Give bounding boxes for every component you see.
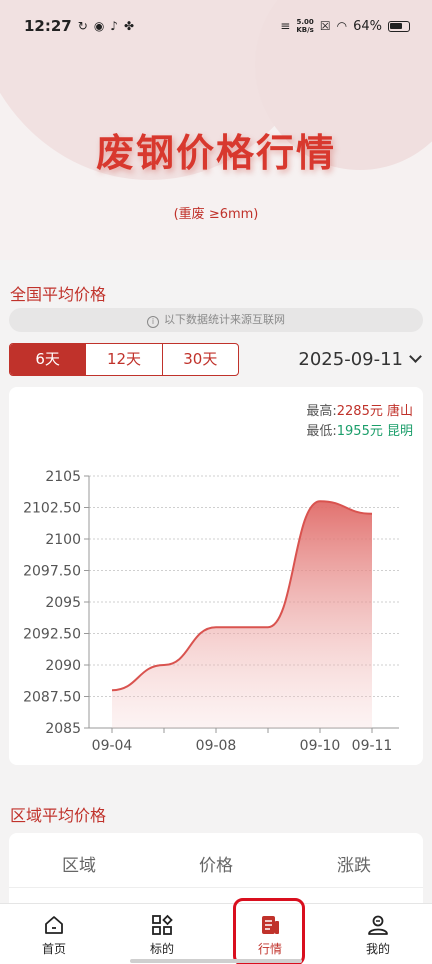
vibrate-icon: ≡: [280, 19, 291, 33]
tab-12-days[interactable]: 12天: [86, 344, 163, 375]
tab-mine[interactable]: 我的: [324, 904, 432, 964]
page-subtitle: (重废 ≥6mm): [173, 207, 259, 222]
header-region: 区域: [62, 856, 96, 876]
bottom-tab-bar: 首页 标的 行情 我的: [0, 903, 432, 964]
y-tick-label: 2102.50: [23, 501, 81, 517]
home-indicator[interactable]: [130, 959, 302, 963]
y-tick-label: 2090: [45, 658, 81, 674]
tab-targets[interactable]: 标的: [108, 904, 216, 964]
regional-price-table: 区域 价格 涨跌: [9, 833, 423, 913]
selected-date: 2025-09-11: [298, 349, 403, 370]
user-icon: [368, 915, 388, 935]
y-tick-label: 2105: [45, 469, 81, 485]
period-tabs: 6天 12天 30天: [9, 343, 239, 376]
weibo-icon: ◉: [93, 19, 105, 33]
wifi-icon: ◠: [336, 19, 348, 33]
header-price: 价格: [199, 856, 233, 876]
y-tick-label: 2087.50: [23, 690, 81, 706]
y-tick-label: 2100: [45, 532, 81, 548]
status-time: 12:27: [24, 17, 72, 35]
y-tick-label: 2092.50: [23, 627, 81, 643]
price-chart-card: 最高:2285元 唐山 最低:1955元 昆明 2085 2087.50 2090 2…: [9, 387, 423, 765]
x-tick-label: 09-08: [196, 738, 237, 754]
home-icon: [45, 916, 63, 934]
chevron-down-icon: [409, 350, 422, 363]
close-box-icon: ☒: [319, 19, 331, 33]
price-trend-chart: 2085 2087.50 2090 2092.50 2095 2097.50 2100 210…: [23, 469, 399, 754]
table-divider: [9, 887, 423, 888]
sync-icon: ↻: [77, 19, 88, 33]
net-speed: 5.00 KB/s: [296, 18, 314, 34]
y-tick-label: 2097.50: [23, 564, 81, 580]
tab-home[interactable]: 首页: [0, 904, 108, 964]
battery-percent: 64%: [353, 18, 382, 34]
x-tick-label: 09-11: [352, 738, 393, 754]
fan-icon: ✤: [123, 19, 135, 33]
battery-icon: [388, 20, 410, 32]
data-source-notice: i 以下数据统计来源互联网: [9, 308, 423, 332]
grid-icon: [152, 914, 173, 935]
date-selector[interactable]: 2025-09-11: [298, 349, 422, 370]
x-tick-label: 09-10: [300, 738, 341, 754]
national-section-title: 全国平均价格: [10, 285, 107, 304]
info-icon: i: [147, 316, 159, 328]
tab-6-days[interactable]: 6天: [10, 344, 87, 375]
y-tick-label: 2085: [45, 721, 81, 737]
x-tick-label: 09-04: [92, 738, 133, 754]
header-change: 涨跌: [337, 856, 371, 876]
active-tab-highlight: [233, 898, 305, 964]
price-area: [112, 501, 372, 728]
tab-30-days[interactable]: 30天: [163, 344, 238, 375]
page-title: 废钢价格行情: [95, 131, 336, 175]
tiktok-icon: ♪: [110, 19, 118, 33]
y-tick-label: 2095: [45, 595, 81, 611]
regional-section-title: 区域平均价格: [10, 806, 107, 825]
status-bar: 12:27 ↻ ◉ ♪ ✤ ≡ 5.00 KB/s ☒ ◠ 64%: [0, 0, 432, 52]
